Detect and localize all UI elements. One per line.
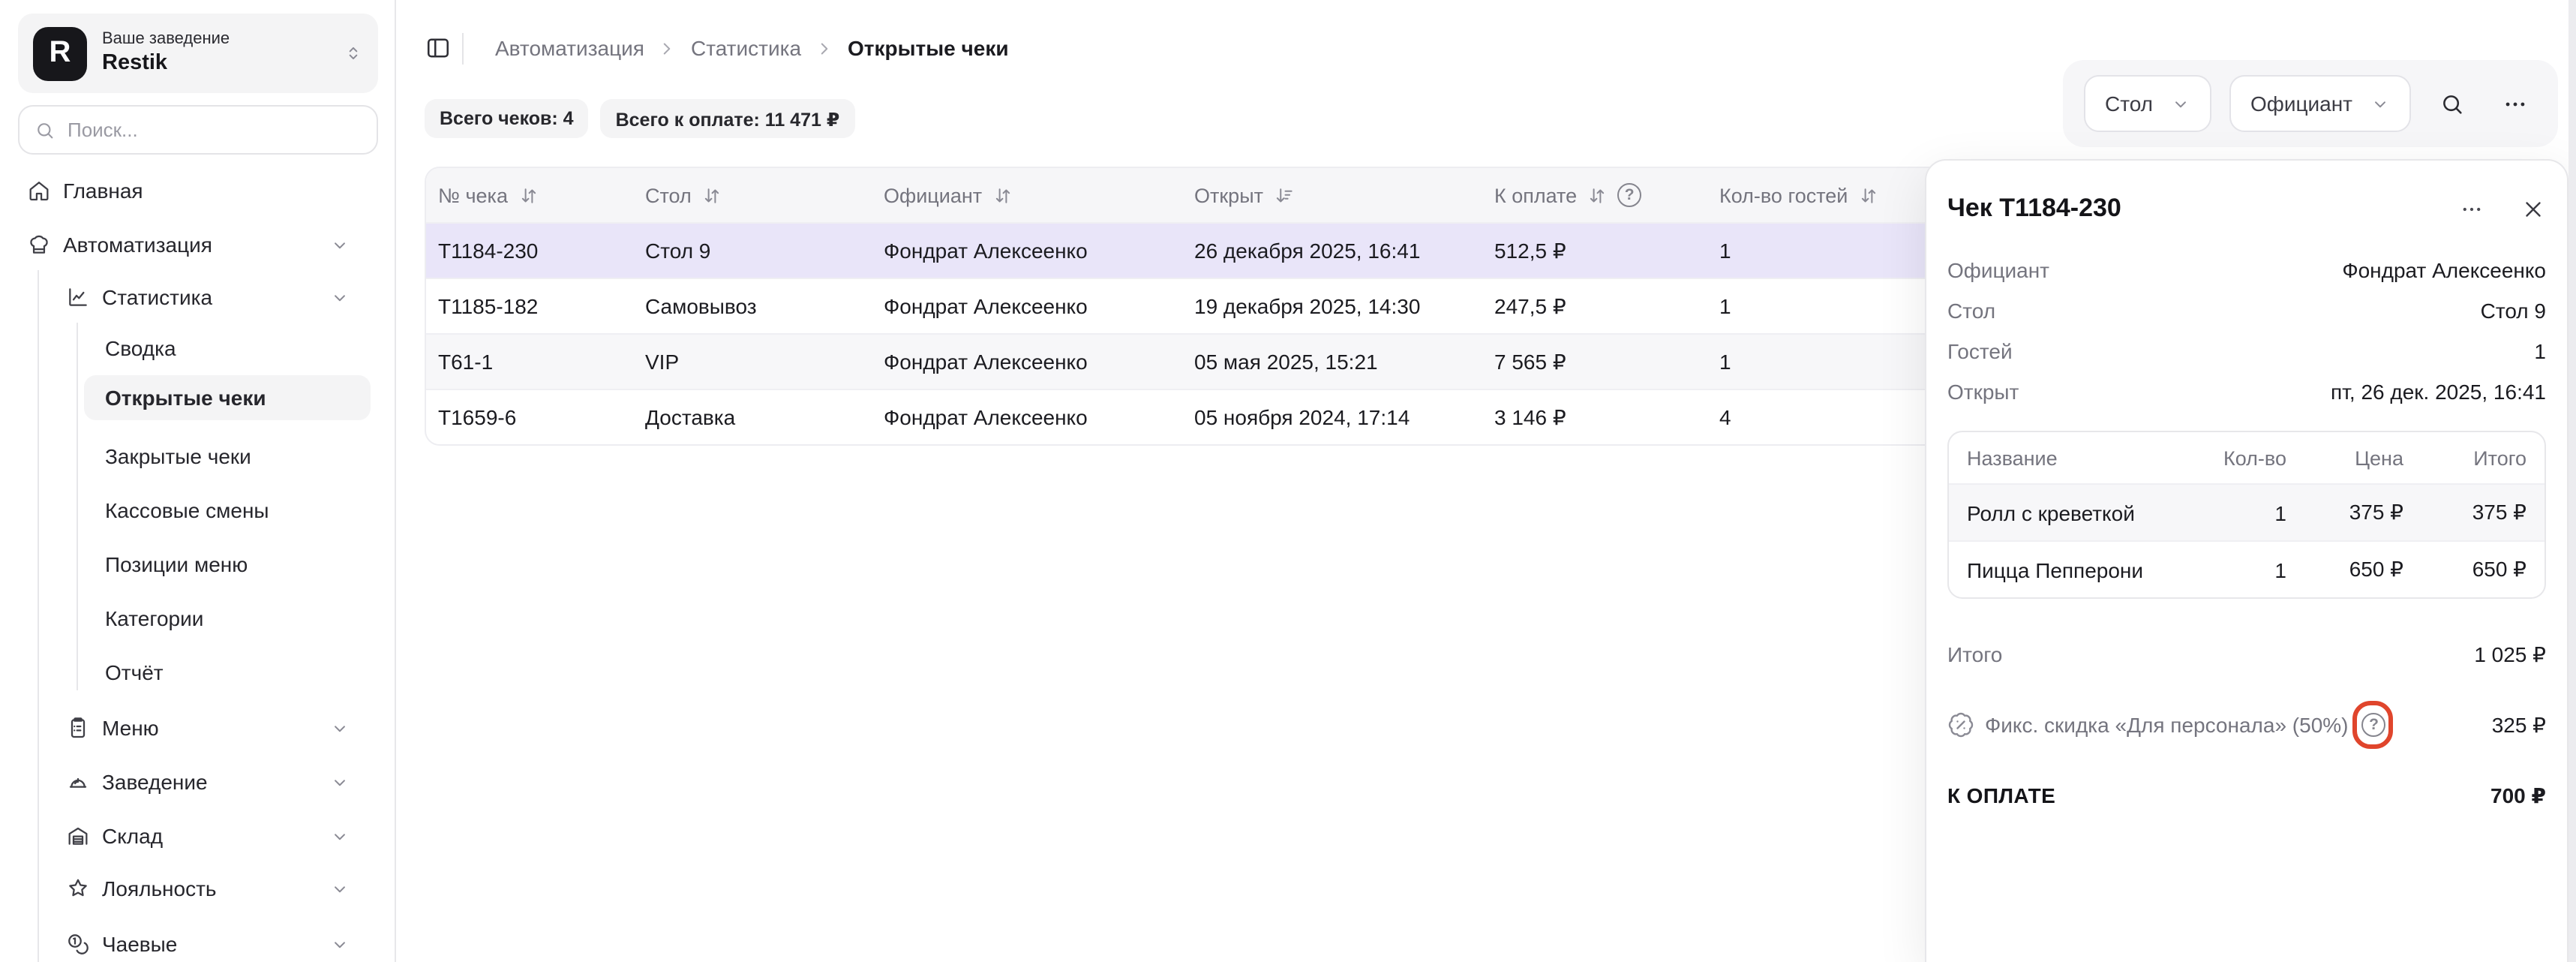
total-checks-badge: Всего чеков: 4 — [425, 99, 589, 138]
chevron-down-icon — [2370, 94, 2390, 113]
sidebar-item-statistics[interactable]: Статистика — [66, 275, 377, 320]
check-items-table: Название Кол-во Цена Итого Ролл с кревет… — [1947, 431, 2546, 599]
chevron-down-icon — [2171, 94, 2190, 113]
column-header-check-number[interactable]: № чека — [426, 184, 633, 206]
sidebar-item-categories[interactable]: Категории — [105, 596, 377, 641]
sidebar-item-open-checks[interactable]: Открытые чеки — [84, 375, 371, 420]
app-window: R Ваше заведение Restik Главная — [0, 0, 2576, 962]
sidebar-item-venue[interactable]: Заведение — [66, 759, 377, 804]
item-row[interactable]: Пицца Пепперони 1 650 ₽ 650 ₽ — [1949, 540, 2544, 597]
filter-toolbar: Стол Официант — [2063, 60, 2558, 147]
panel-left-icon — [425, 35, 452, 62]
sidebar-search[interactable] — [18, 105, 378, 155]
chef-hat-icon — [27, 233, 51, 257]
discount-row: Фикс. скидка «Для персонала» (50%) ? 325… — [1947, 710, 2546, 740]
sidebar-item-loyalty[interactable]: Лояльность — [66, 866, 377, 911]
waiter-filter-dropdown[interactable]: Официант — [2229, 75, 2411, 132]
org-label: Ваше заведение — [102, 29, 329, 50]
sidebar: R Ваше заведение Restik Главная — [0, 0, 396, 962]
coins-icon — [66, 932, 90, 956]
org-switcher[interactable]: R Ваше заведение Restik — [18, 14, 378, 93]
chart-line-icon — [66, 285, 90, 309]
detail-row-waiter: Официант Фондрат Алексеенко — [1947, 249, 2546, 290]
sidebar-menu: Главная Автоматизация Статистика Сводка … — [0, 162, 395, 962]
check-totals: Итого 1 025 ₽ Фикс. скидка «Для персонал… — [1947, 639, 2546, 810]
column-header-amount-due[interactable]: К оплате ? — [1482, 183, 1707, 207]
chevron-down-icon — [330, 826, 350, 846]
detail-row-table: Стол Стол 9 — [1947, 290, 2546, 330]
check-details: Официант Фондрат Алексеенко Стол Стол 9 … — [1947, 249, 2546, 411]
sidebar-item-menu[interactable]: Меню — [66, 705, 377, 750]
sort-icon[interactable] — [701, 184, 723, 206]
star-icon — [66, 876, 90, 900]
sidebar-item-warehouse[interactable]: Склад — [66, 813, 377, 858]
panel-more-button[interactable] — [2459, 196, 2484, 221]
chevron-down-icon — [330, 934, 350, 954]
warehouse-icon — [66, 824, 90, 848]
ellipsis-icon — [2502, 91, 2527, 116]
sidebar-item-summary[interactable]: Сводка — [105, 326, 377, 371]
chevron-down-icon — [330, 879, 350, 898]
chevron-down-icon — [330, 235, 350, 254]
sort-icon[interactable] — [1857, 184, 1879, 206]
sidebar-item-closed-checks[interactable]: Закрытые чеки — [105, 434, 377, 479]
chevron-down-icon — [330, 718, 350, 738]
table-filter-dropdown[interactable]: Стол — [2084, 75, 2211, 132]
sidebar-item-tips[interactable]: Чаевые — [66, 921, 377, 962]
close-icon[interactable] — [2520, 196, 2546, 221]
scrollbar[interactable] — [2568, 0, 2576, 962]
check-detail-panel: Чек T1184-230 Официант Фондрат Алексеенк… — [1925, 159, 2568, 962]
sidebar-item-cash-shifts[interactable]: Кассовые смены — [105, 488, 377, 533]
badge-percent-icon — [1947, 711, 1974, 738]
breadcrumb: Автоматизация Статистика Открытые чеки — [495, 32, 1009, 65]
search-button[interactable] — [2429, 81, 2474, 126]
chevron-down-icon — [330, 772, 350, 792]
breadcrumb-open-checks: Открытые чеки — [848, 36, 1009, 60]
summary-badges: Всего чеков: 4 Всего к оплате: 11 471 ₽ — [425, 99, 854, 138]
detail-row-opened: Открыт пт, 26 дек. 2025, 16:41 — [1947, 371, 2546, 411]
column-header-table[interactable]: Стол — [633, 184, 872, 206]
column-header-waiter[interactable]: Официант — [872, 184, 1182, 206]
detail-row-guests: Гостей 1 — [1947, 330, 2546, 371]
breadcrumb-statistics[interactable]: Статистика — [691, 36, 801, 60]
total-due-badge: Всего к оплате: 11 471 ₽ — [601, 99, 855, 138]
sidebar-search-input[interactable] — [68, 119, 323, 141]
clipboard-list-icon — [66, 716, 90, 740]
sidebar-toggle-button[interactable] — [425, 35, 452, 62]
indent-guide — [77, 323, 78, 690]
item-row[interactable]: Ролл с креветкой 1 375 ₽ 375 ₽ — [1949, 483, 2544, 540]
breadcrumb-automation[interactable]: Автоматизация — [495, 36, 644, 60]
subtotal-row: Итого 1 025 ₽ — [1947, 639, 2546, 669]
sidebar-item-automation[interactable]: Автоматизация — [27, 222, 377, 267]
amount-due-row: К ОПЛАТЕ 700 ₽ — [1947, 780, 2546, 810]
sort-desc-active-icon[interactable] — [1272, 184, 1295, 206]
sort-icon[interactable] — [1586, 184, 1608, 206]
sort-icon[interactable] — [991, 184, 1013, 206]
home-icon — [27, 179, 51, 203]
restik-logo: R — [33, 26, 87, 80]
org-name: Restik — [102, 50, 329, 77]
red-annotation-ring — [2353, 701, 2394, 749]
sidebar-item-report[interactable]: Отчёт — [105, 650, 377, 695]
chevrons-up-down-icon — [344, 44, 363, 63]
search-icon — [35, 119, 56, 140]
column-header-opened[interactable]: Открыт — [1182, 184, 1482, 206]
chevron-right-icon — [658, 38, 677, 58]
cloche-icon — [66, 770, 90, 794]
sort-icon[interactable] — [517, 184, 539, 206]
help-icon[interactable]: ? — [1617, 183, 1641, 207]
sidebar-item-home[interactable]: Главная — [27, 168, 377, 213]
chevron-down-icon — [330, 287, 350, 307]
sidebar-item-menu-positions[interactable]: Позиции меню — [105, 542, 377, 587]
header-divider — [462, 33, 464, 65]
check-title: Чек T1184-230 — [1947, 194, 2121, 224]
chevron-right-icon — [815, 38, 834, 58]
items-header-row: Название Кол-во Цена Итого — [1949, 432, 2544, 483]
indent-guide — [38, 270, 39, 962]
discount-label: Фикс. скидка «Для персонала» (50%) — [1985, 713, 2349, 737]
more-options-button[interactable] — [2492, 81, 2537, 126]
search-icon — [2439, 91, 2464, 116]
